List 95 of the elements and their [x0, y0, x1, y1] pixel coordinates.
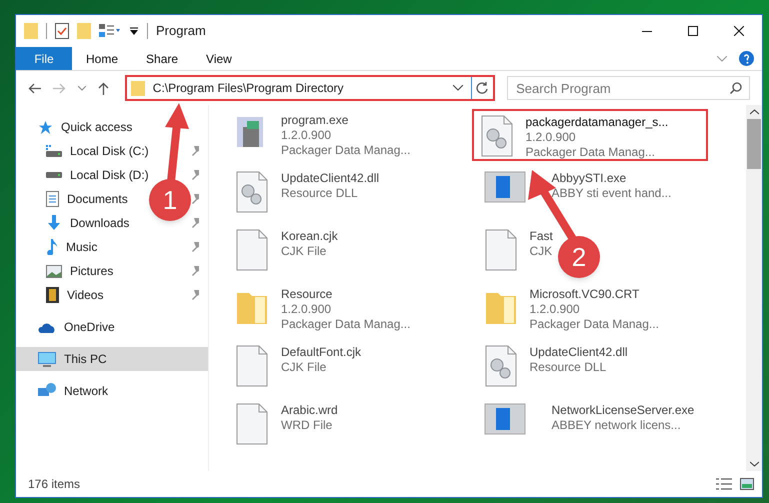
film-icon — [46, 287, 59, 303]
document-icon — [46, 191, 59, 207]
search-field[interactable]: Search Program — [507, 76, 750, 100]
drive-icon — [46, 145, 62, 157]
up-arrow-icon[interactable] — [98, 82, 109, 94]
address-path: C:\Program Files\Program Directory — [152, 80, 344, 97]
file-name[interactable]: program.exe — [281, 113, 410, 128]
close-icon — [734, 26, 744, 36]
file-detail: Packager Data Manag... — [526, 145, 656, 160]
view-options-icon[interactable] — [99, 24, 121, 38]
file-detail: 1.2.0.900 — [526, 130, 577, 145]
pin-icon[interactable] — [190, 290, 200, 300]
file-icon — [235, 229, 269, 271]
drive-icon — [46, 172, 62, 178]
ribbon-tab[interactable]: View — [192, 47, 246, 70]
file-name[interactable]: DefaultFont.cjk — [281, 345, 362, 360]
sidebar-item[interactable]: OneDrive — [16, 315, 208, 339]
file-detail: Packager Data Manag... — [281, 143, 410, 158]
file-name[interactable]: NetworkLicenseServer.exe — [552, 403, 694, 418]
sidebar-item[interactable]: Quick access — [16, 115, 208, 139]
file-detail: Packager Data Manag... — [281, 317, 410, 332]
maximize-icon — [688, 26, 698, 36]
download-icon — [46, 215, 62, 231]
pin-icon[interactable] — [190, 170, 200, 180]
help-icon[interactable] — [739, 51, 754, 66]
sidebar-item[interactable]: Local Disk (C:) — [16, 139, 149, 163]
sidebar-item[interactable]: Network — [16, 379, 208, 403]
back-arrow-icon[interactable] — [28, 82, 41, 94]
file-icon — [484, 229, 518, 271]
application-icon — [484, 171, 526, 203]
file-detail: Packager Data Manag... — [530, 317, 659, 332]
file-detail: Resource DLL — [281, 186, 359, 201]
star-icon — [38, 120, 53, 134]
file-name[interactable]: Korean.cjk — [281, 229, 338, 244]
file-icon — [235, 345, 269, 387]
sidebar-item[interactable]: Local Disk (D:) — [16, 163, 149, 187]
pictures-icon — [46, 264, 62, 278]
file-detail: ABBEY network licens... — [552, 418, 682, 433]
large-icons-view-icon[interactable] — [740, 478, 754, 490]
selected-file-item[interactable]: packagerdatamanager_s... 1.2.0.900 Packager Data Manag... — [472, 109, 708, 161]
pin-icon[interactable] — [190, 146, 200, 156]
settings-file-icon — [235, 171, 269, 213]
details-view-icon[interactable] — [716, 478, 732, 490]
file-detail: CJK — [530, 244, 553, 259]
scroll-up-icon[interactable] — [750, 109, 758, 115]
chevron-down-icon[interactable] — [453, 85, 464, 91]
sidebar-item[interactable]: Videos — [16, 283, 104, 307]
sidebar-item[interactable]: Downloads — [16, 211, 130, 235]
scroll-down-icon[interactable] — [750, 461, 758, 467]
properties-icon[interactable] — [55, 23, 69, 39]
folder-icon — [130, 80, 145, 96]
file-detail: ABBY sti event hand... — [552, 186, 672, 201]
file-name[interactable]: UpdateClient42.dll — [281, 171, 380, 186]
settings-file-icon — [484, 345, 518, 387]
address-bar[interactable]: C:\Program Files\Program Directory — [124, 75, 496, 101]
minimize-icon — [642, 30, 652, 32]
file-detail: CJK File — [281, 360, 328, 375]
sidebar-item[interactable]: Documents — [16, 187, 128, 211]
sidebar-item[interactable]: Pictures — [16, 259, 114, 283]
network-icon — [38, 383, 56, 399]
pin-icon[interactable] — [190, 194, 200, 204]
ribbon-tab[interactable]: File — [16, 47, 72, 70]
refresh-icon[interactable] — [476, 82, 490, 94]
settings-file-icon — [480, 115, 514, 157]
file-detail: 1.2.0.900 — [281, 302, 332, 317]
file-name[interactable]: Resource — [281, 287, 410, 302]
application-icon — [484, 403, 526, 435]
item-count: 176 items — [28, 476, 80, 493]
cloud-icon — [38, 322, 56, 332]
music-note-icon — [46, 239, 58, 255]
pin-icon[interactable] — [190, 266, 200, 276]
file-detail: 1.2.0.900 — [530, 302, 581, 317]
computer-icon — [38, 352, 56, 366]
file-name[interactable]: packagerdatamanager_s... — [526, 115, 668, 130]
file-name[interactable]: UpdateClient42.dll — [530, 345, 628, 360]
file-name[interactable]: Fast — [530, 229, 553, 244]
file-detail: CJK File — [281, 244, 328, 259]
ribbon-tab[interactable]: Home — [72, 47, 132, 70]
search-icon[interactable] — [730, 82, 742, 94]
file-name[interactable]: AbbyySTI.exe — [552, 171, 672, 186]
file-name[interactable]: Microsoft.VC90.CRT — [530, 287, 659, 302]
folder-icon — [24, 23, 38, 39]
file-detail: WRD File — [281, 418, 334, 433]
customize-toolbar-icon[interactable] — [129, 26, 139, 36]
file-name[interactable]: Arabic.wrd — [281, 403, 338, 418]
sidebar-item[interactable]: This PC — [16, 347, 208, 371]
pin-icon[interactable] — [190, 218, 200, 228]
ribbon-tab[interactable]: Share — [132, 47, 192, 70]
pin-icon[interactable] — [190, 242, 200, 252]
file-icon — [235, 403, 269, 445]
window-title: Program — [156, 22, 206, 40]
file-detail: 1.2.0.900 — [281, 128, 332, 143]
sidebar-item[interactable]: Music — [16, 235, 98, 259]
scrollbar-thumb[interactable] — [747, 119, 761, 169]
file-detail: Resource DLL — [530, 360, 608, 375]
